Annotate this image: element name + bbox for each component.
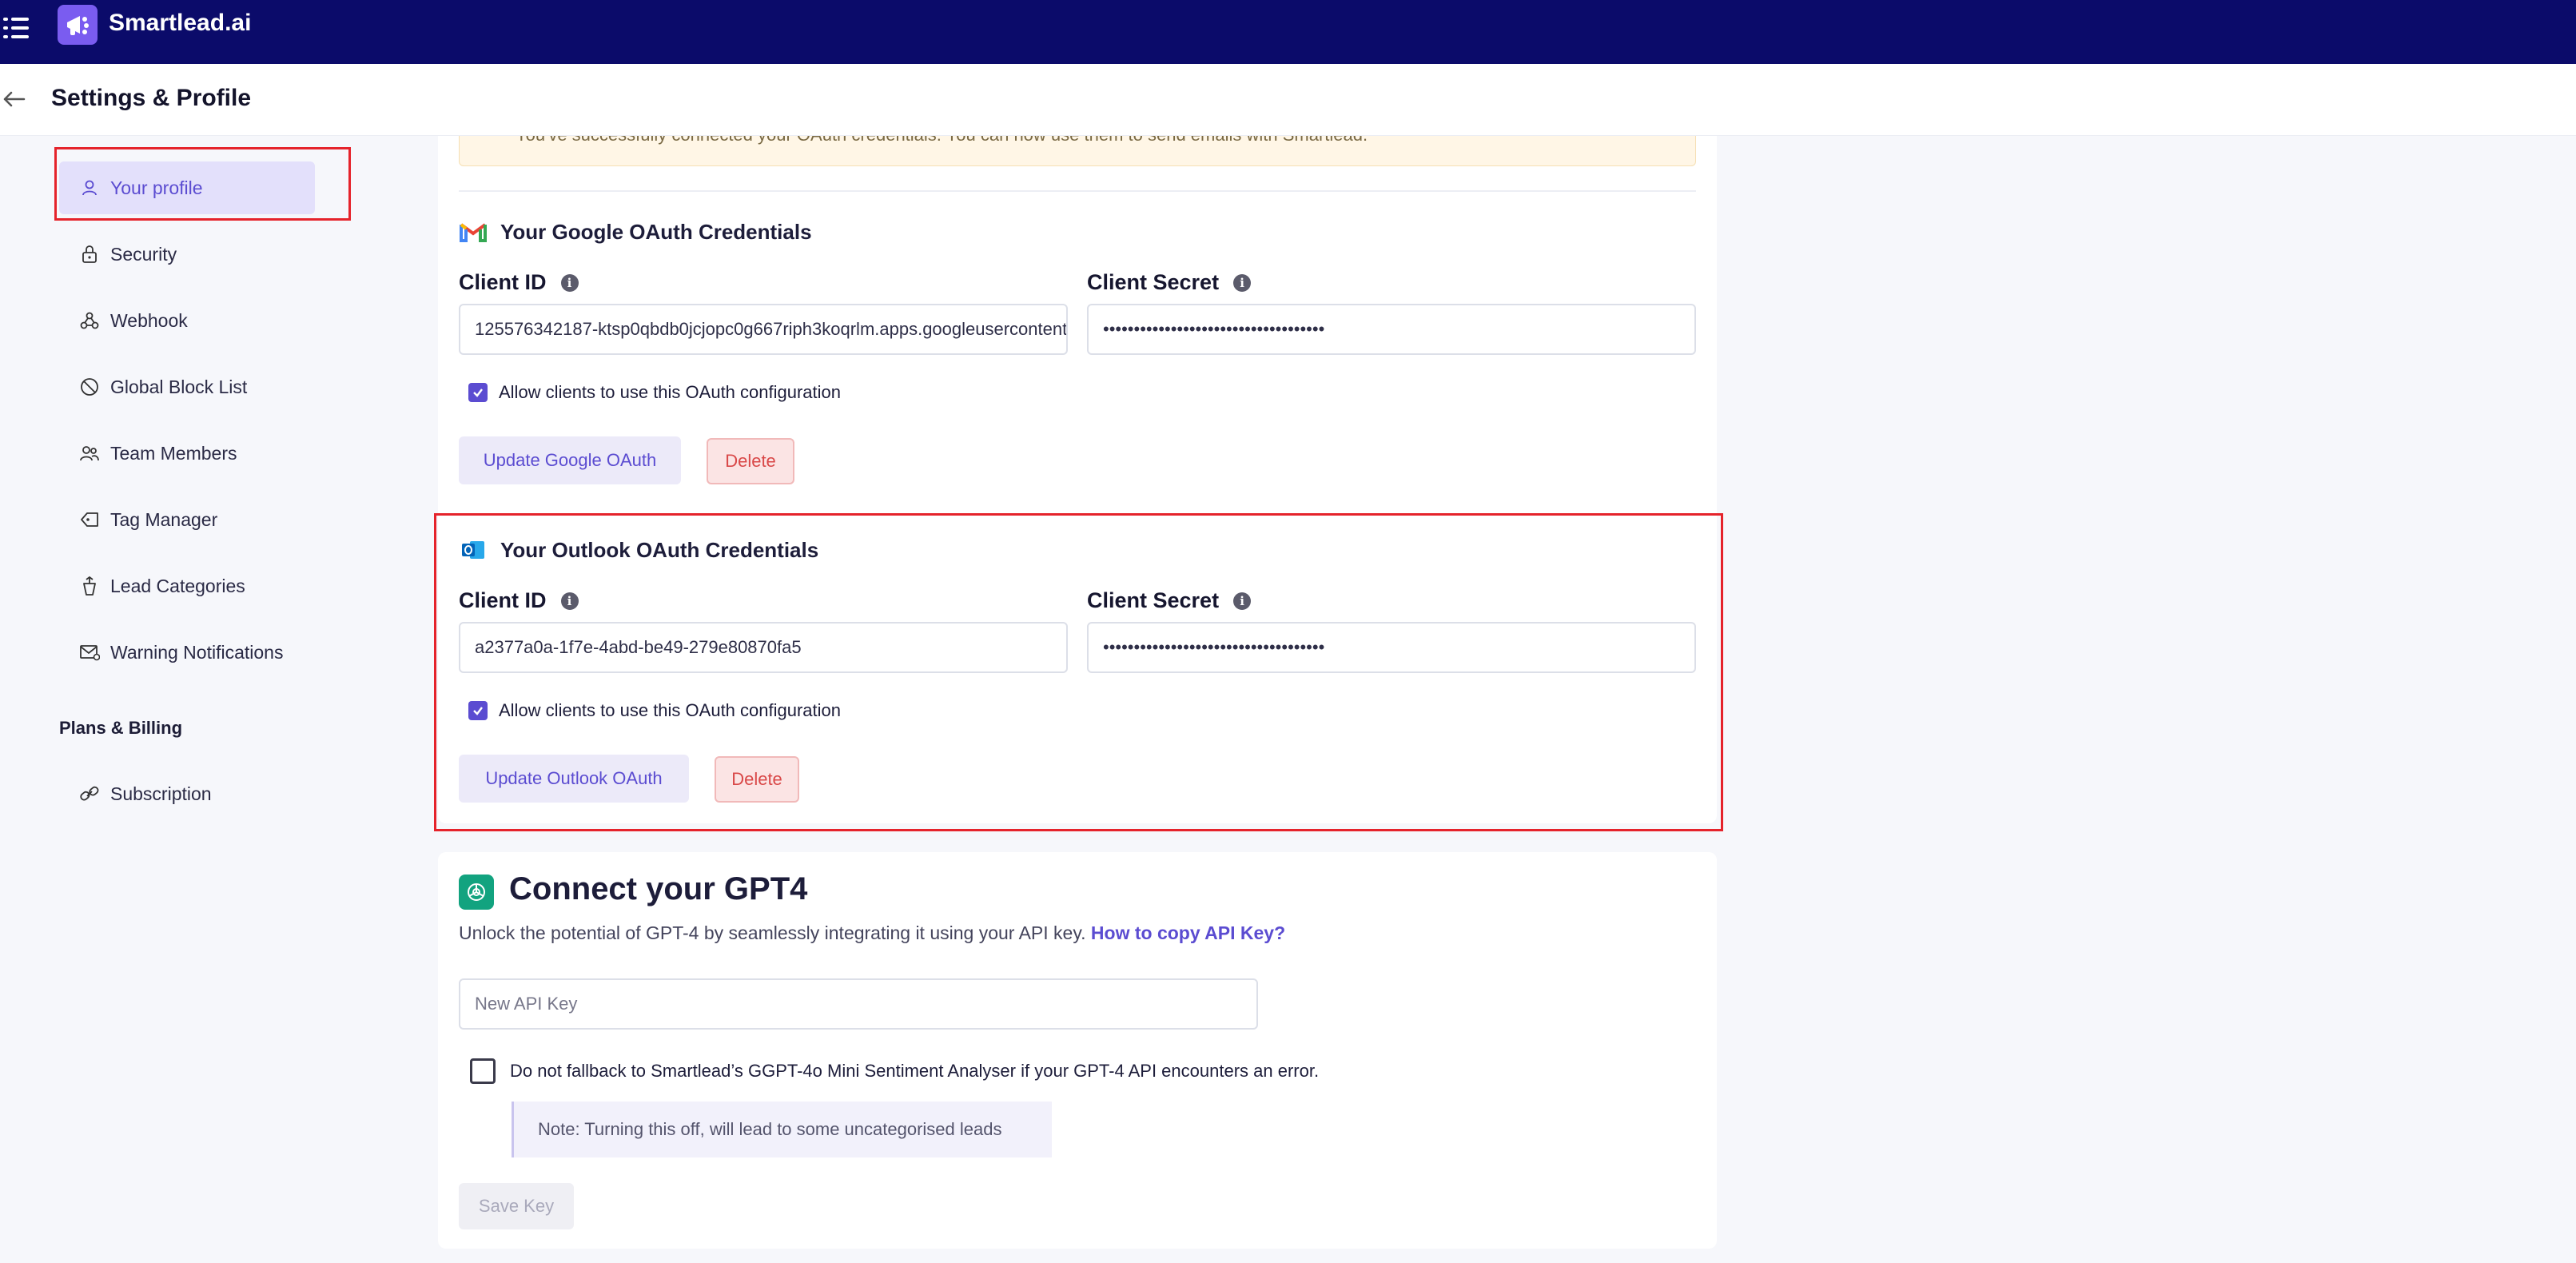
sidebar-item-label: Warning Notifications — [110, 641, 284, 663]
app-name[interactable]: Smartlead.ai — [109, 10, 251, 37]
settings-sidebar: Your profile Security Webhook Global Blo… — [0, 136, 416, 1263]
page-header: Settings & Profile — [0, 64, 2576, 136]
sidebar-item-subscription[interactable]: Subscription — [59, 767, 315, 820]
how-to-copy-api-key-link[interactable]: How to copy API Key? — [1091, 922, 1285, 943]
page-title: Settings & Profile — [51, 85, 252, 111]
google-allow-clients-checkbox[interactable] — [468, 383, 488, 402]
save-key-button[interactable]: Save Key — [459, 1183, 574, 1229]
sidebar-item-label: Team Members — [110, 442, 237, 464]
sidebar-item-global-block-list[interactable]: Global Block List — [59, 361, 315, 413]
back-arrow-icon[interactable] — [0, 85, 29, 114]
sidebar-item-label: Security — [110, 243, 177, 265]
google-client-id-label: Client ID i — [459, 270, 579, 295]
google-client-id-label-text: Client ID — [459, 270, 547, 294]
delete-google-oauth-button[interactable]: Delete — [707, 438, 794, 484]
google-oauth-title-text: Your Google OAuth Credentials — [500, 219, 812, 244]
info-icon[interactable]: i — [1233, 273, 1252, 292]
info-icon[interactable]: i — [560, 273, 579, 292]
team-icon — [78, 442, 101, 464]
gpt-card — [438, 852, 1717, 1249]
mail-warning-icon — [78, 641, 101, 663]
sidebar-item-lead-categories[interactable]: Lead Categories — [59, 560, 315, 612]
openai-icon — [459, 875, 494, 910]
block-icon — [78, 376, 101, 398]
gmail-icon — [459, 217, 488, 246]
google-client-secret-input[interactable]: •••••••••••••••••••••••••••••••••••• — [1087, 304, 1696, 355]
sidebar-item-tag-manager[interactable]: Tag Manager — [59, 493, 315, 546]
lock-icon — [78, 243, 101, 265]
sidebar-item-label: Lead Categories — [110, 575, 245, 596]
webhook-icon — [78, 309, 101, 332]
google-allow-clients-row[interactable]: Allow clients to use this OAuth configur… — [468, 382, 841, 403]
fallback-label: Do not fallback to Smartlead’s GGPT-4o M… — [510, 1061, 1320, 1081]
google-allow-clients-label: Allow clients to use this OAuth configur… — [499, 382, 842, 402]
google-client-secret-label-text: Client Secret — [1087, 270, 1220, 294]
fallback-checkbox[interactable] — [470, 1058, 496, 1084]
logo-icon[interactable] — [58, 5, 98, 45]
sidebar-item-team-members[interactable]: Team Members — [59, 427, 315, 480]
google-client-secret-label: Client Secret i — [1087, 270, 1252, 295]
success-alert: You've successfully connected your OAuth… — [459, 136, 1696, 166]
link-icon — [78, 783, 101, 805]
sidebar-item-warning-notifications[interactable]: Warning Notifications — [59, 626, 315, 679]
fallback-row[interactable]: Do not fallback to Smartlead’s GGPT-4o M… — [470, 1058, 1319, 1084]
gpt-subtitle: Unlock the potential of GPT-4 by seamles… — [459, 922, 1285, 944]
google-client-id-input[interactable]: 125576342187-ktsp0qbdb0jcjopc0g667riph3k… — [459, 304, 1068, 355]
google-oauth-title: Your Google OAuth Credentials — [459, 217, 812, 246]
menu-icon[interactable] — [3, 16, 29, 40]
divider — [459, 190, 1696, 192]
sidebar-item-security[interactable]: Security — [59, 228, 315, 281]
sidebar-item-webhook[interactable]: Webhook — [59, 294, 315, 347]
fallback-note: Note: Turning this off, will lead to som… — [512, 1102, 1052, 1157]
sidebar-item-label: Tag Manager — [110, 508, 218, 530]
success-alert-text: You've successfully connected your OAuth… — [516, 136, 1368, 145]
plans-billing-heading: Plans & Billing — [59, 718, 183, 738]
sidebar-item-label: Global Block List — [110, 376, 248, 397]
outlook-highlight — [434, 513, 1723, 831]
tag-icon — [78, 508, 101, 531]
sidebar-item-label: Webhook — [110, 309, 188, 331]
sidebar-item-label: Subscription — [110, 783, 212, 804]
gpt-title: Connect your GPT4 — [509, 871, 808, 906]
api-key-input[interactable]: New API Key — [459, 978, 1258, 1030]
gpt-subtitle-text: Unlock the potential of GPT-4 by seamles… — [459, 922, 1086, 943]
update-google-oauth-button[interactable]: Update Google OAuth — [459, 436, 681, 484]
your-profile-highlight — [54, 147, 351, 221]
category-icon — [78, 575, 101, 597]
top-nav-bar: Smartlead.ai — [0, 0, 2576, 64]
